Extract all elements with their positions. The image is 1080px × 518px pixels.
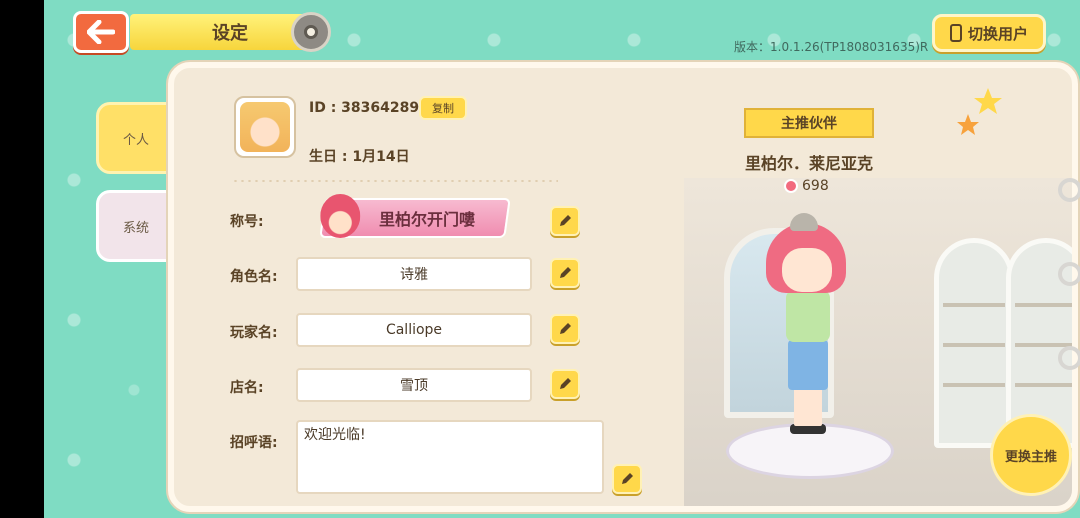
edit-character-name-button[interactable] bbox=[550, 258, 580, 288]
partner-name: 里柏尔．莱尼亚克 bbox=[744, 154, 873, 173]
pencil-icon bbox=[560, 323, 571, 334]
tab-personal-label: 个人 bbox=[122, 132, 149, 148]
affection-counter: 698 bbox=[784, 178, 829, 194]
edit-title-button[interactable] bbox=[550, 206, 580, 236]
title-badge: 里柏尔开门嘍 bbox=[319, 194, 511, 238]
back-button[interactable] bbox=[73, 11, 129, 53]
greeting-field: 欢迎光临! bbox=[296, 420, 604, 494]
phone-icon bbox=[949, 24, 962, 42]
star-icon bbox=[957, 88, 1002, 135]
player-name-label: 玩家名: bbox=[230, 325, 278, 341]
affection-value: 698 bbox=[802, 178, 829, 194]
switch-user-button[interactable]: 切换用户 bbox=[932, 14, 1046, 52]
edit-shop-name-button[interactable] bbox=[550, 369, 580, 399]
pencil-icon bbox=[622, 473, 633, 484]
shop-name-field: 雪顶 bbox=[296, 368, 532, 402]
heart-icon bbox=[784, 179, 798, 193]
edit-player-name-button[interactable] bbox=[550, 314, 580, 344]
player-name-field: Calliope bbox=[296, 313, 532, 347]
pencil-icon bbox=[560, 215, 571, 226]
arrow-left-icon bbox=[87, 20, 115, 44]
title-badge-text: 里柏尔开门嘍 bbox=[378, 210, 475, 229]
shop-name-label: 店名: bbox=[230, 380, 264, 396]
pencil-icon bbox=[560, 378, 571, 389]
divider bbox=[232, 180, 558, 182]
avatar[interactable] bbox=[234, 96, 296, 158]
version-text: 版本：1.0.1.26(TP1808031635)R bbox=[734, 40, 929, 54]
app-screen: 设定 版本：1.0.1.26(TP1808031635)R 切换用户 个人 系统… bbox=[44, 0, 1080, 518]
gear-icon bbox=[291, 12, 331, 52]
switch-main-partner-button[interactable]: 更换主推 bbox=[990, 414, 1072, 496]
profile-panel: ID : 38364289 复制 生日 : 1月14日 称号: 里柏尔开门嘍 角… bbox=[168, 62, 1080, 512]
character-name-label: 角色名: bbox=[230, 269, 278, 285]
pencil-icon bbox=[560, 267, 571, 278]
tab-system-label: 系统 bbox=[122, 220, 149, 236]
tab-system[interactable]: 系统 bbox=[96, 190, 176, 262]
greeting-label: 招呼语: bbox=[230, 435, 278, 451]
main-partner-ribbon: 主推伙伴 bbox=[744, 108, 874, 138]
edit-greeting-button[interactable] bbox=[612, 464, 642, 494]
title-label: 称号: bbox=[230, 214, 264, 230]
tab-personal[interactable]: 个人 bbox=[96, 102, 176, 174]
notebook-rings bbox=[1058, 178, 1080, 408]
birthday: 生日 : 1月14日 bbox=[309, 149, 410, 165]
user-id: ID : 38364289 bbox=[309, 100, 420, 116]
character-name-field: 诗雅 bbox=[296, 257, 532, 291]
switch-user-label: 切换用户 bbox=[967, 24, 1028, 43]
copy-id-button[interactable]: 复制 bbox=[419, 96, 467, 120]
